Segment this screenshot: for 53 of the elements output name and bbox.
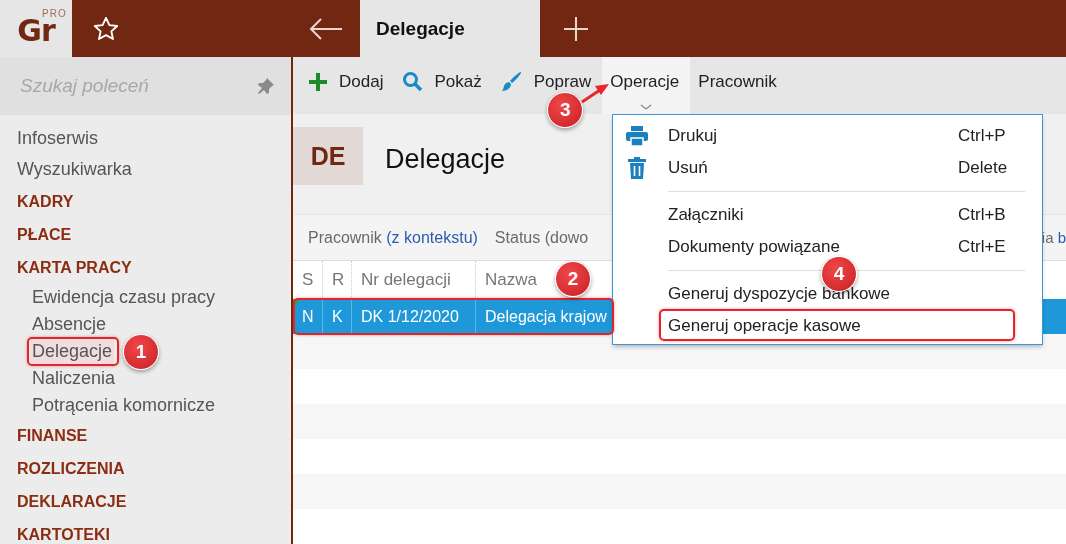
sidebar-item[interactable]: Ewidencja czasu pracy: [30, 284, 218, 311]
filter-label[interactable]: ia b: [1041, 229, 1066, 246]
plus-icon: [563, 15, 589, 42]
search-icon: [402, 71, 424, 92]
column-header[interactable]: R: [323, 261, 352, 299]
column-header[interactable]: S: [293, 261, 323, 299]
sidebar-item[interactable]: Potrącenia komornicze: [30, 392, 218, 419]
page-title: Delegacje: [385, 143, 506, 175]
shortcut-label: Ctrl+E: [958, 237, 1007, 257]
filter-link[interactable]: (z kontekstu): [386, 228, 478, 246]
search-input[interactable]: Szukaj poleceń: [18, 74, 257, 98]
filter-link[interactable]: b: [1057, 229, 1066, 246]
step-badge: 2: [555, 261, 591, 297]
sidebar-section[interactable]: KADRY: [17, 185, 74, 218]
sidebar-section[interactable]: PŁACE: [17, 218, 72, 251]
printer-icon: [626, 126, 648, 146]
toolbar-button[interactable]: Dodaj: [300, 57, 395, 114]
brush-icon: [500, 70, 523, 93]
sidebar-section[interactable]: KARTA PRACY: [17, 251, 132, 284]
table-cell: N: [293, 299, 323, 334]
sidebar-section[interactable]: DEKLARACJE: [17, 485, 127, 518]
toolbar-button[interactable]: Pracownik: [690, 57, 788, 114]
table-cell: DK 1/12/2020: [352, 299, 476, 334]
table-cell: K: [323, 299, 352, 334]
toolbar-button[interactable]: Pokaż: [394, 57, 493, 114]
edition-label: PRO: [42, 8, 67, 19]
star-icon[interactable]: [92, 14, 120, 43]
arrow-left-icon: [309, 17, 343, 40]
sidebar-section[interactable]: ROZLICZENIA: [17, 452, 125, 485]
module-code: DE: [293, 127, 363, 185]
shortcut-label: Ctrl+P: [958, 126, 1007, 146]
pin-icon[interactable]: [257, 77, 275, 95]
sidebar-section[interactable]: FINANSE: [17, 419, 88, 452]
sidebar-section[interactable]: KARTOTEKI: [17, 518, 111, 544]
shortcut-label: Delete: [958, 158, 1009, 178]
sidebar-item[interactable]: Infoserwis: [17, 123, 99, 154]
trash-icon: [628, 157, 646, 179]
status-corner: [293, 299, 301, 307]
tab[interactable]: Delegacje: [360, 0, 540, 57]
menu-item[interactable]: Usuń Delete: [613, 152, 1042, 184]
step-badge: 1: [123, 334, 160, 370]
filter-label[interactable]: Pracownik (z kontekstu): [308, 228, 478, 247]
sidebar-item[interactable]: Wyszukiwarka: [17, 154, 132, 185]
plus-icon: [308, 71, 328, 92]
filter-label[interactable]: Status (dowo: [494, 228, 589, 247]
column-header[interactable]: Nr delegacji: [352, 261, 476, 299]
shortcut-label: Ctrl+B: [958, 205, 1007, 225]
search-field[interactable]: Szukaj poleceń: [0, 57, 291, 115]
step-badge: 3: [547, 92, 584, 128]
chevron-icon: [640, 104, 653, 110]
toolbar-button[interactable]: Operacje: [602, 57, 691, 114]
menu-item[interactable]: Drukuj Ctrl+P: [613, 120, 1042, 152]
menu-item[interactable]: Załączniki Ctrl+B: [613, 199, 1042, 231]
